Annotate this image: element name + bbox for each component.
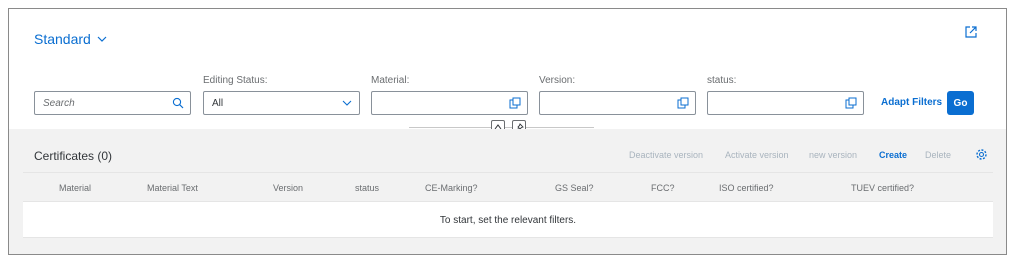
value-help-icon[interactable] (845, 97, 857, 109)
material-input[interactable] (371, 91, 528, 115)
column-iso-certified[interactable]: ISO certified? (719, 183, 774, 193)
column-tuev-certified[interactable]: TUEV certified? (851, 183, 914, 193)
table-header-row: Material Material Text Version status CE… (23, 172, 993, 202)
search-icon[interactable] (172, 97, 184, 109)
deactivate-version-button[interactable]: Deactivate version (629, 150, 703, 160)
activate-version-button[interactable]: Activate version (725, 150, 789, 160)
status-input[interactable] (707, 91, 864, 115)
value-help-icon[interactable] (677, 97, 689, 109)
search-input[interactable]: Search (34, 91, 191, 115)
chevron-down-icon (342, 100, 352, 106)
material-label: Material: (371, 75, 410, 86)
gear-icon[interactable] (975, 148, 988, 161)
filter-bar: Standard Search Editing Status: All Mate… (9, 9, 1006, 129)
share-icon[interactable] (964, 25, 978, 39)
column-gs-seal[interactable]: GS Seal? (555, 183, 594, 193)
create-button[interactable]: Create (879, 150, 907, 160)
status-label: status: (707, 75, 737, 86)
certificates-table-area: Certificates (0) Deactivate version Acti… (9, 129, 1006, 254)
column-material[interactable]: Material (59, 183, 91, 193)
column-ce-marking[interactable]: CE-Marking? (425, 183, 478, 193)
app-frame: Standard Search Editing Status: All Mate… (8, 8, 1007, 255)
column-version[interactable]: Version (273, 183, 303, 193)
value-help-icon[interactable] (509, 97, 521, 109)
editing-status-label: Editing Status: (203, 75, 268, 86)
go-button[interactable]: Go (947, 91, 974, 115)
column-material-text[interactable]: Material Text (147, 183, 198, 193)
editing-status-select[interactable]: All (203, 91, 360, 115)
variant-label: Standard (34, 31, 91, 47)
table-body: To start, set the relevant filters. (23, 202, 993, 238)
search-placeholder: Search (43, 97, 75, 109)
adapt-filters-button[interactable]: Adapt Filters (881, 97, 942, 108)
column-status[interactable]: status (355, 183, 379, 193)
version-input[interactable] (539, 91, 696, 115)
editing-status-value: All (212, 97, 224, 109)
delete-button[interactable]: Delete (925, 150, 951, 160)
variant-selector[interactable]: Standard (34, 31, 107, 47)
empty-state-message: To start, set the relevant filters. (439, 215, 577, 226)
column-fcc[interactable]: FCC? (651, 183, 675, 193)
table-title: Certificates (0) (34, 149, 113, 163)
version-label: Version: (539, 75, 576, 86)
new-version-button[interactable]: new version (809, 150, 857, 160)
chevron-down-icon (97, 36, 107, 42)
